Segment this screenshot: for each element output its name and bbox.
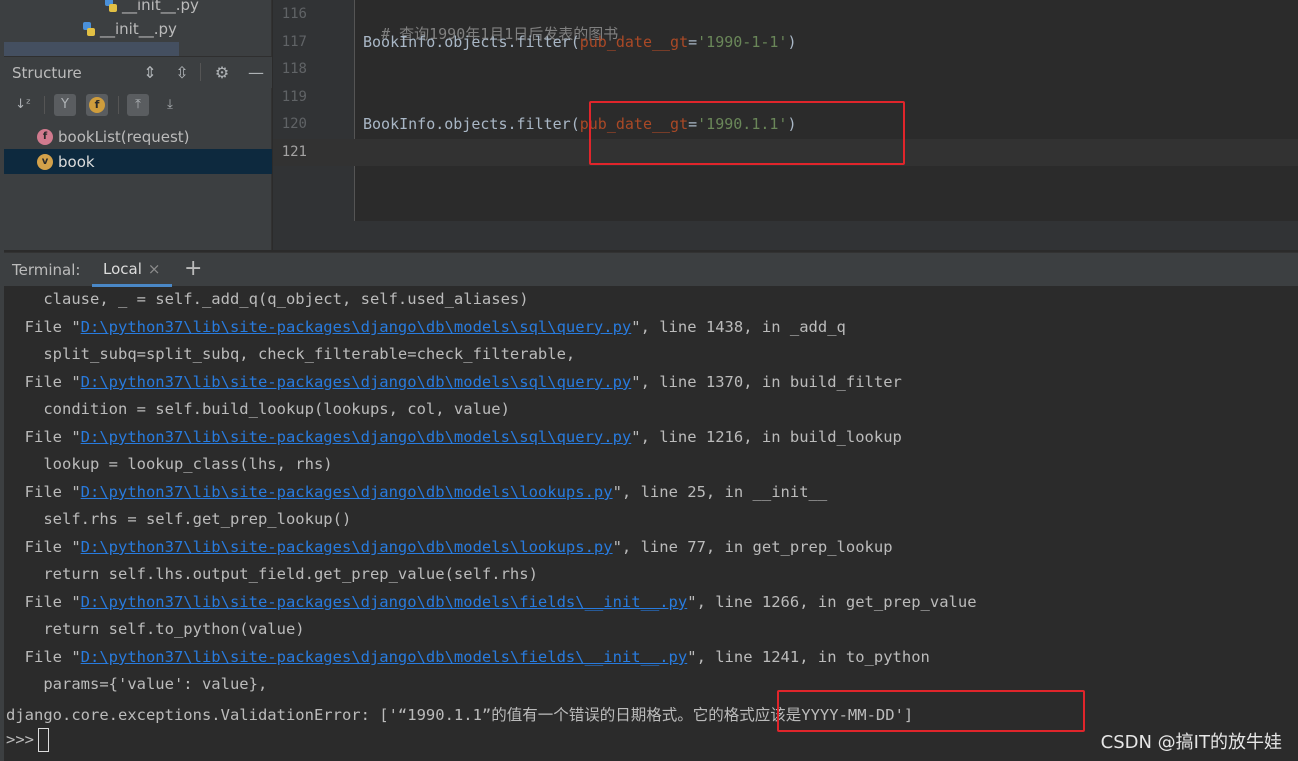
- terminal-line: File "D:\python37\lib\site-packages\djan…: [6, 373, 902, 391]
- structure-toolbar: ↓ᶻ Y f ⤒ ⤓: [4, 90, 272, 122]
- file-link[interactable]: D:\python37\lib\site-packages\django\db\…: [81, 318, 632, 336]
- terminal-line: split_subq=split_subq, check_filterable=…: [6, 345, 576, 363]
- show-fields-icon[interactable]: f: [86, 94, 108, 116]
- header-divider: [200, 63, 201, 81]
- expand-all-icon[interactable]: ⇕: [140, 63, 160, 83]
- highlight-annotation-box: [777, 690, 1085, 732]
- terminal-line: return self.to_python(value): [6, 620, 305, 638]
- file-link[interactable]: D:\python37\lib\site-packages\django\db\…: [81, 483, 613, 501]
- terminal-line: File "D:\python37\lib\site-packages\djan…: [6, 483, 828, 501]
- terminal-header: Terminal: Local × +: [4, 252, 1298, 287]
- structure-item-booklist[interactable]: f bookList(request): [4, 124, 272, 149]
- terminal-line: condition = self.build_lookup(lookups, c…: [6, 400, 510, 418]
- terminal-line: File "D:\python37\lib\site-packages\djan…: [6, 593, 977, 611]
- toolbar-divider: [118, 96, 119, 114]
- structure-header: Structure ⇕ ⇳ ⚙ —: [4, 56, 272, 88]
- tab-local[interactable]: Local ×: [92, 253, 172, 287]
- file-link[interactable]: D:\python37\lib\site-packages\django\db\…: [81, 373, 632, 391]
- file-link[interactable]: D:\python37\lib\site-packages\django\db\…: [81, 648, 688, 666]
- autoscroll-to-source-icon[interactable]: ⤒: [127, 94, 149, 116]
- file-link[interactable]: D:\python37\lib\site-packages\django\db\…: [81, 538, 613, 556]
- terminal-line: self.rhs = self.get_prep_lookup(): [6, 510, 352, 528]
- line-number: 119: [281, 89, 307, 105]
- terminal-line: File "D:\python37\lib\site-packages\djan…: [6, 538, 893, 556]
- show-inherited-icon[interactable]: Y: [54, 94, 76, 116]
- terminal-prompt[interactable]: >>>: [6, 728, 49, 752]
- line-number: 118: [281, 61, 307, 77]
- close-icon[interactable]: ×: [148, 260, 161, 278]
- code-line-117[interactable]: BookInfo.objects.filter(pub_date__gt='19…: [363, 33, 797, 51]
- project-file-item[interactable]: __init__.py: [82, 20, 177, 38]
- editor-scroll-area: [273, 221, 1298, 250]
- terminal-label: Terminal:: [12, 261, 81, 279]
- terminal-line: File "D:\python37\lib\site-packages\djan…: [6, 318, 846, 336]
- project-file-item[interactable]: __init__.py: [104, 0, 199, 14]
- tab-label: Local: [103, 259, 142, 278]
- python-file-icon: [82, 22, 96, 36]
- project-file-item-partial[interactable]: [4, 42, 179, 56]
- line-number: 120: [281, 116, 307, 132]
- terminal-line: return self.lhs.output_field.get_prep_va…: [6, 565, 538, 583]
- line-number: 117: [281, 34, 307, 50]
- gear-icon[interactable]: ⚙: [212, 63, 232, 83]
- terminal-line: lookup = lookup_class(lhs, rhs): [6, 455, 333, 473]
- minimize-icon[interactable]: —: [246, 63, 266, 83]
- terminal-line: params={'value': value},: [6, 675, 268, 693]
- add-tab-icon[interactable]: +: [184, 257, 202, 281]
- autoscroll-from-source-icon[interactable]: ⤓: [159, 94, 181, 116]
- sort-alphabetically-icon[interactable]: ↓ᶻ: [12, 94, 34, 116]
- line-number: 116: [281, 6, 307, 22]
- terminal-line: File "D:\python37\lib\site-packages\djan…: [6, 648, 930, 666]
- terminal-line: clause, _ = self._add_q(q_object, self.u…: [6, 290, 529, 308]
- structure-title: Structure: [12, 63, 82, 82]
- terminal-line: File "D:\python37\lib\site-packages\djan…: [6, 428, 902, 446]
- watermark: CSDN @搞IT的放牛娃: [1100, 732, 1282, 753]
- text-cursor: [38, 728, 49, 752]
- structure-item-book[interactable]: v book: [4, 149, 272, 174]
- file-link[interactable]: D:\python37\lib\site-packages\django\db\…: [81, 593, 688, 611]
- python-file-icon: [104, 0, 118, 12]
- variable-icon: v: [37, 154, 53, 170]
- line-number-current: 121: [281, 144, 307, 160]
- file-link[interactable]: D:\python37\lib\site-packages\django\db\…: [81, 428, 632, 446]
- highlight-annotation-box: [589, 101, 905, 165]
- collapse-all-icon[interactable]: ⇳: [172, 63, 192, 83]
- toolbar-divider: [44, 96, 45, 114]
- function-icon: f: [37, 129, 53, 145]
